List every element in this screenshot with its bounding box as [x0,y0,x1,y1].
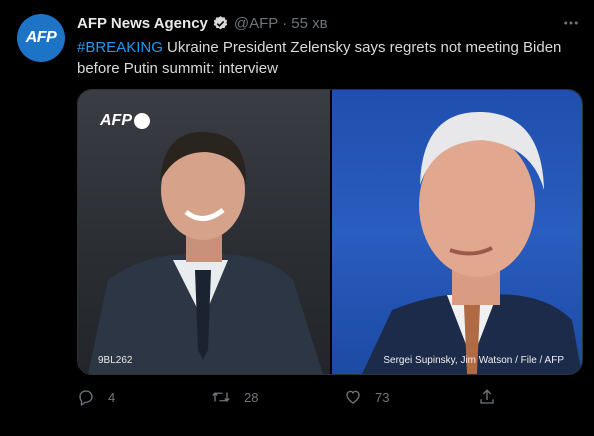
tweet-text: #BREAKING Ukraine President Zelensky say… [77,37,577,79]
reply-count: 4 [108,389,116,405]
more-options-icon[interactable] [562,14,580,37]
photo-credit: Sergei Supinsky, Jim Watson / File / AFP [383,355,564,366]
reply-button[interactable]: 4 [77,388,211,406]
zelensky-illustration [88,131,323,374]
like-icon [346,390,360,404]
retweet-count: 28 [244,389,259,405]
tweet-header: AFP News Agency @AFP · 55 хв [77,15,554,32]
author-handle[interactable]: @AFP [234,15,278,32]
like-button[interactable]: 73 [344,388,478,406]
afp-watermark-text: AFP [100,112,132,129]
action-bar: 4 28 73 [77,387,517,407]
share-button[interactable] [478,388,509,406]
share-icon [480,389,494,404]
tweet-media[interactable]: AFP 9BL262 Sergei Supinsky, Jim Watson /… [77,89,583,375]
avatar[interactable]: AFP [17,14,65,62]
reply-icon [79,390,93,406]
photo-biden[interactable]: Sergei Supinsky, Jim Watson / File / AFP [332,90,582,374]
separator-dot: · [282,15,288,32]
like-count: 73 [375,389,390,405]
image-code: 9BL262 [98,355,133,366]
retweet-button[interactable]: 28 [211,388,344,406]
hashtag-link[interactable]: #BREAKING [77,39,163,56]
biden-illustration [362,111,582,374]
afp-watermark: AFP [100,112,150,130]
retweet-icon [212,392,230,402]
author-name[interactable]: AFP News Agency [77,15,208,32]
verified-badge-icon [212,15,229,32]
timestamp[interactable]: 55 хв [291,15,327,32]
afp-watermark-dot [134,113,150,129]
photo-zelensky[interactable]: AFP 9BL262 [78,90,330,374]
avatar-text: AFP [25,29,57,46]
